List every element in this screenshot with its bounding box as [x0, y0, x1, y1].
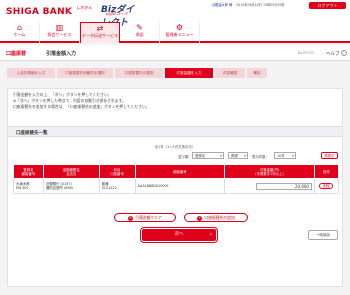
cell-name: 大津太郎 EM 001 [13, 178, 44, 194]
step-5: 内容確認 [215, 68, 245, 78]
payee-table: 登録名 顧客番号 金融機関名 支店名 科目 口座番号 顧客番号 引落金額(円) … [13, 164, 340, 194]
col-header: 操作 [313, 164, 340, 179]
nav-home[interactable]: ⌂ ホーム [0, 22, 40, 43]
brand-sub: Lightコース [106, 11, 128, 16]
approval-icon: ✎ [136, 23, 143, 32]
col-header: 金融機関名 支店名 [42, 164, 100, 179]
col-header: 顧客番号 [134, 164, 226, 179]
nav-admin[interactable]: ⚙ 管理者メニュー [160, 22, 200, 43]
logout-button[interactable]: ログアウト [309, 2, 346, 9]
order-select[interactable]: 昇順 [228, 152, 248, 159]
step-6: 確定 [247, 68, 267, 78]
col-header-text: 登録名 顧客番号 [21, 167, 36, 176]
page-title-bar: 口座振替 引落金額入力 BKZF009 ヘルプ? [0, 45, 350, 61]
home-icon: ⌂ [16, 23, 23, 32]
sort-select[interactable]: 登録名 [192, 152, 224, 159]
col-header-text: 科目 口座番号 [110, 167, 124, 176]
nav-label: ホーム [13, 32, 26, 37]
delete-button[interactable]: 削除 [319, 183, 334, 189]
clear-label: 引落金額クリア [135, 215, 162, 220]
add-label: 口座振替先の追加 [204, 215, 235, 220]
step-4-current: 引落金額を入力 [165, 68, 213, 78]
step-3: 口座振替先を選択 [115, 68, 163, 78]
col-header: 引落金額(円) (半角数字1桁以上) [224, 164, 315, 179]
nav-data-transfer[interactable]: ⇄ データ伝送サービス [80, 22, 120, 43]
branch-name: 瀬田出張所 (898) [45, 186, 74, 190]
redisplay-button[interactable]: 再表示 [321, 152, 338, 159]
col-header-text: 引落金額(円) (半角数字1桁以上) [255, 167, 284, 176]
perpage-select[interactable]: 10件 [274, 152, 296, 159]
clear-icon: ↻ [128, 216, 134, 221]
progress-steps: 入金先情報を入力 口座振替先依頼先を選択 口座振替先を選択 引落金額を入力 内容… [7, 68, 269, 78]
nav-label: 承認 [135, 32, 144, 37]
add-payee-button[interactable]: + 口座振替先の追加 [184, 213, 248, 222]
perpage-label: 表示件数： [252, 155, 269, 159]
cell-amount: 20,000 [224, 178, 315, 194]
col-header: 科目 口座番号 [98, 164, 136, 179]
building-icon: ▥ [55, 23, 64, 32]
transfer-icon: ⇄ [96, 24, 104, 33]
note-line: 口座振替先を追加する場合は、「口座振替先の追加」ボタンを押してください。 [13, 104, 150, 109]
col-header-text: 金融機関名 支店名 [62, 167, 80, 176]
step-2: 口座振替先依頼先を選択 [57, 68, 113, 78]
cell-action: 削除 [313, 178, 340, 194]
shiga-bank-logo[interactable]: SHIGA BANK [6, 7, 72, 17]
nav-label: 管理者メニュー [165, 32, 194, 37]
nav-inquiry[interactable]: ▥ 照会サービス [40, 22, 80, 43]
cell-client-no: AAA1888D010001 [134, 178, 226, 194]
last-login-time: 2014年06月18日 10時05分05秒 [236, 3, 285, 7]
table-row: 大津太郎 EM 001 近銀銀行 (0157) 瀬田出張所 (898) 普通 0… [13, 178, 340, 194]
sort-label: 並び順： [178, 155, 192, 159]
page-category: 口座振替 [6, 51, 27, 57]
clear-amount-button[interactable]: ↻ 引落金額クリア [114, 213, 176, 222]
nav-label: データ伝送サービス [82, 33, 118, 38]
step-1: 入金先情報を入力 [7, 68, 55, 78]
save-draft-button[interactable]: 一時保存 [308, 230, 338, 240]
plus-icon: + [197, 216, 203, 221]
result-count: 全1件（1〜1件を表示中） [154, 145, 196, 149]
main-nav: ⌂ ホーム ▥ 照会サービス ⇄ データ伝送サービス ✎ 承認 ⚙ 管理者メニュ… [0, 22, 200, 43]
instruction-notes: 引落金額を入力の上、「次へ」ボタンを押してください。 ※「次へ」ボタンを押した時… [13, 92, 149, 110]
section-title: 口座振替先一覧 [16, 131, 48, 136]
nav-approval[interactable]: ✎ 承認 [120, 22, 160, 43]
main-content: 引落金額を入力の上、「次へ」ボタンを押してください。 ※「次へ」ボタンを押した時… [7, 88, 343, 287]
cell-account: 普通 0121222 [98, 178, 136, 194]
list-controls: 並び順： 登録名 昇順 表示件数： 10件 再表示 [178, 152, 338, 161]
col-header-text: 顧客番号 [173, 169, 187, 174]
app-header: SHIGA BANK しがぎん Bizダイレクト Lightコース 近銀建太郎 … [0, 0, 350, 43]
cell-bank: 近銀銀行 (0157) 瀬田出張所 (898) [42, 178, 100, 194]
user-info: 近銀建太郎 様 2014年06月18日 10時05分05秒 [212, 2, 308, 7]
col-header-text: 操作 [323, 169, 330, 174]
section-header: 口座振替先一覧 [8, 126, 342, 137]
payee-customer-no: EM 001 [16, 186, 29, 190]
nav-label: 照会サービス [47, 32, 72, 37]
brand-small: しがぎん [76, 5, 92, 10]
next-button[interactable]: 次へ [140, 227, 218, 243]
help-icon: ? [340, 50, 347, 56]
screen-code: BKZF009 [298, 51, 314, 55]
user-name-link[interactable]: 近銀建太郎 様 [212, 3, 232, 7]
settings-icon: ⚙ [175, 23, 184, 32]
help-link[interactable]: ヘルプ? [326, 50, 347, 57]
help-label: ヘルプ [326, 52, 340, 57]
account-number: 0121222 [101, 186, 117, 190]
biz-direct-logo: しがぎん Bizダイレクト Lightコース [76, 2, 136, 28]
page-title: 引落金額入力 [46, 51, 77, 57]
col-header: 登録名 顧客番号 [13, 164, 44, 179]
amount-input[interactable]: 20,000 [255, 182, 312, 190]
